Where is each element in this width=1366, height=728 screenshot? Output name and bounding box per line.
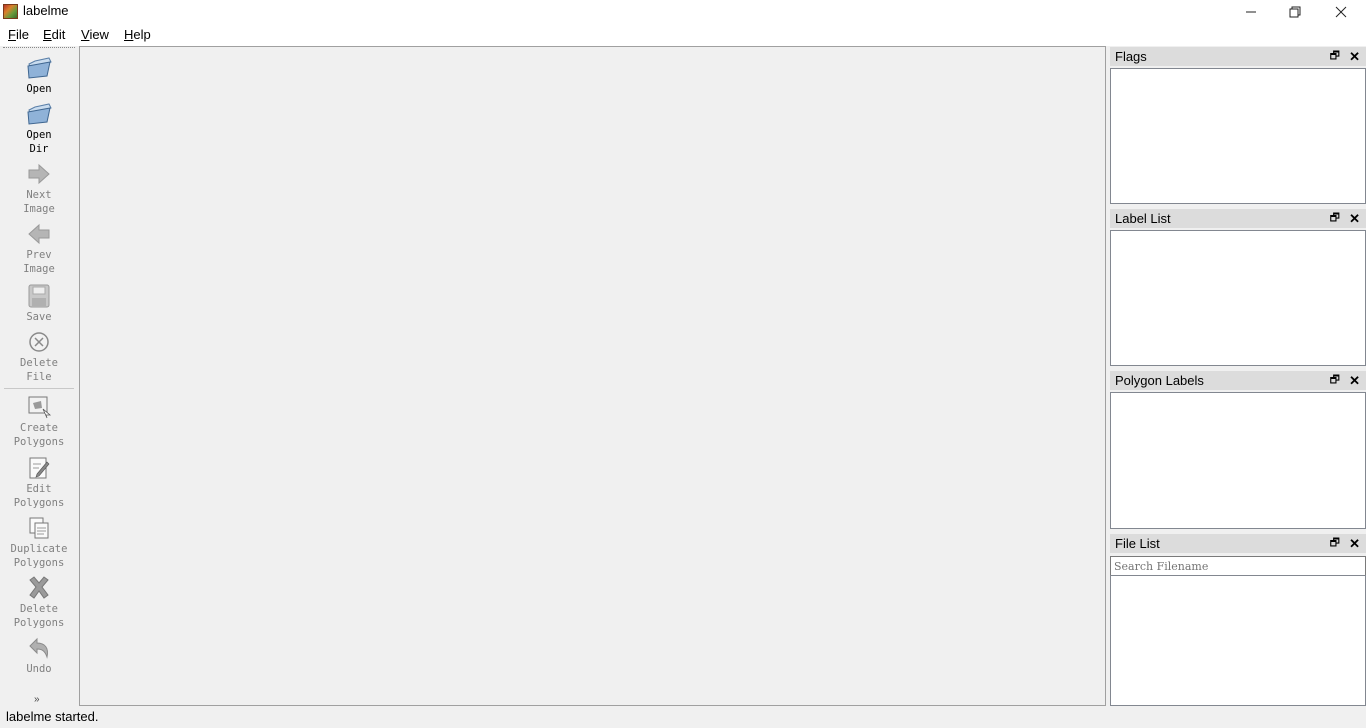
file-list-dock-title: File List bbox=[1115, 536, 1160, 551]
save-button[interactable]: Save bbox=[0, 284, 78, 324]
restore-button[interactable] bbox=[1272, 0, 1318, 24]
save-disk-icon bbox=[28, 284, 50, 308]
labelme-app-icon bbox=[3, 4, 18, 19]
next-image-button[interactable]: Next Image bbox=[0, 162, 78, 216]
image-canvas[interactable] bbox=[79, 46, 1106, 706]
prev-image-button[interactable]: Prev Image bbox=[0, 222, 78, 276]
restore-icon bbox=[1289, 6, 1301, 18]
open-button[interactable]: Open bbox=[0, 56, 78, 96]
arrow-left-icon bbox=[28, 223, 50, 245]
minimize-button[interactable] bbox=[1228, 0, 1274, 24]
close-icon bbox=[1335, 6, 1347, 18]
close-window-button[interactable] bbox=[1318, 0, 1364, 24]
file-list-dock-title-bar[interactable]: File List 🗗 ✕ bbox=[1110, 534, 1366, 553]
menu-edit[interactable]: Edit bbox=[43, 27, 65, 42]
close-icon[interactable]: ✕ bbox=[1349, 534, 1360, 553]
undo-button[interactable]: Undo bbox=[0, 636, 78, 676]
label-list[interactable] bbox=[1110, 230, 1366, 366]
label-list-dock-title: Label List bbox=[1115, 211, 1171, 226]
close-icon[interactable]: ✕ bbox=[1349, 209, 1360, 228]
polygon-labels-list[interactable] bbox=[1110, 392, 1366, 529]
delete-polygons-button[interactable]: Delete Polygons bbox=[0, 576, 78, 630]
menu-view[interactable]: View bbox=[81, 27, 109, 42]
tools-toolbar: Open Open Dir Next Image Prev Image Save bbox=[0, 46, 78, 706]
delete-file-button[interactable]: Delete File bbox=[0, 330, 78, 384]
minimize-icon bbox=[1246, 11, 1256, 13]
menu-file[interactable]: File bbox=[8, 27, 29, 42]
edit-pencil-icon bbox=[29, 457, 50, 479]
polygon-labels-dock-title: Polygon Labels bbox=[1115, 373, 1204, 388]
float-icon[interactable]: 🗗 bbox=[1330, 47, 1340, 66]
toolbar-separator bbox=[4, 388, 74, 389]
open-dir-button[interactable]: Open Dir bbox=[0, 102, 78, 156]
flags-dock-title: Flags bbox=[1115, 49, 1147, 64]
polygon-labels-dock-title-bar[interactable]: Polygon Labels 🗗 ✕ bbox=[1110, 371, 1366, 390]
close-icon[interactable]: ✕ bbox=[1349, 47, 1360, 66]
undo-arrow-icon bbox=[29, 637, 48, 659]
create-polygon-icon bbox=[28, 396, 52, 419]
file-list[interactable] bbox=[1110, 575, 1366, 706]
arrow-right-icon bbox=[28, 163, 50, 185]
toolbar-extension-chevron-icon[interactable]: » bbox=[34, 694, 40, 705]
toolbar-grip[interactable] bbox=[3, 47, 75, 50]
delete-x-icon bbox=[29, 576, 49, 599]
copy-icon bbox=[29, 517, 49, 539]
search-filename-input[interactable] bbox=[1110, 556, 1366, 576]
delete-circle-icon bbox=[29, 332, 49, 352]
menu-help[interactable]: Help bbox=[124, 27, 151, 42]
menu-bar: File Edit View Help bbox=[0, 24, 1366, 46]
open-folder-icon bbox=[27, 103, 52, 125]
flags-dock-title-bar[interactable]: Flags 🗗 ✕ bbox=[1110, 47, 1366, 66]
title-bar: labelme bbox=[0, 0, 1366, 24]
create-polygons-button[interactable]: Create Polygons bbox=[0, 395, 78, 449]
float-icon[interactable]: 🗗 bbox=[1330, 371, 1340, 390]
window-title: labelme bbox=[23, 3, 69, 18]
duplicate-polygons-button[interactable]: Duplicate Polygons bbox=[0, 516, 78, 570]
open-folder-icon bbox=[27, 57, 52, 79]
status-bar-message: labelme started. bbox=[6, 709, 99, 724]
label-list-dock-title-bar[interactable]: Label List 🗗 ✕ bbox=[1110, 209, 1366, 228]
float-icon[interactable]: 🗗 bbox=[1330, 209, 1340, 228]
flags-list[interactable] bbox=[1110, 68, 1366, 204]
close-icon[interactable]: ✕ bbox=[1349, 371, 1360, 390]
float-icon[interactable]: 🗗 bbox=[1330, 534, 1340, 553]
edit-polygons-button[interactable]: Edit Polygons bbox=[0, 456, 78, 510]
